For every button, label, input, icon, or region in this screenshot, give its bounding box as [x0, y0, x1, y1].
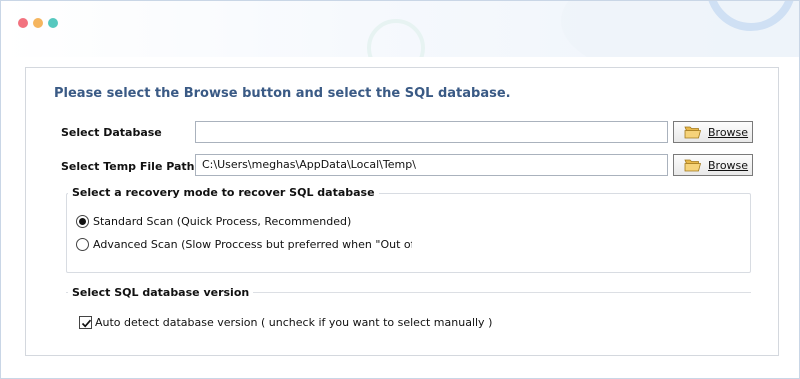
- advanced-scan-label: Advanced Scan (Slow Proccess but preferr…: [93, 238, 412, 251]
- select-database-input[interactable]: [195, 121, 668, 143]
- recovery-mode-group: [66, 193, 751, 273]
- auto-detect-checkbox[interactable]: [79, 316, 92, 329]
- auto-detect-option[interactable]: Auto detect database version ( uncheck i…: [79, 316, 492, 329]
- maximize-window-button[interactable]: [48, 18, 58, 28]
- select-temp-path-label: Select Temp File Path: [61, 160, 195, 173]
- close-window-button[interactable]: [18, 18, 28, 28]
- advanced-scan-option[interactable]: Advanced Scan (Slow Proccess but preferr…: [76, 238, 412, 251]
- browse-temp-path-label: Browse: [708, 158, 749, 172]
- advanced-scan-radio[interactable]: [76, 238, 89, 251]
- version-section-title: Select SQL database version: [68, 286, 254, 299]
- standard-scan-label: Standard Scan (Quick Process, Recommende…: [93, 215, 352, 228]
- panel-heading: Please select the Browse button and sele…: [54, 86, 511, 101]
- browse-temp-path-button[interactable]: Browse: [673, 154, 753, 176]
- folder-open-icon: [684, 126, 702, 139]
- select-database-label: Select Database: [61, 126, 162, 139]
- checkmark-icon: [81, 319, 92, 328]
- recovery-mode-title: Select a recovery mode to recover SQL da…: [68, 186, 379, 199]
- auto-detect-label: Auto detect database version ( uncheck i…: [95, 316, 493, 329]
- decorative-ring: [367, 19, 425, 57]
- database-selection-panel: Please select the Browse button and sele…: [25, 67, 779, 356]
- standard-scan-option[interactable]: Standard Scan (Quick Process, Recommende…: [76, 215, 351, 228]
- temp-path-input[interactable]: C:\Users\meghas\AppData\Local\Temp\: [195, 154, 668, 176]
- title-bar: [1, 1, 799, 57]
- minimize-window-button[interactable]: [33, 18, 43, 28]
- browse-database-label: Browse: [708, 125, 749, 139]
- browse-database-button[interactable]: Browse: [673, 121, 753, 143]
- standard-scan-radio[interactable]: [76, 215, 89, 228]
- app-window: Please select the Browse button and sele…: [0, 0, 800, 379]
- folder-open-icon: [684, 159, 702, 172]
